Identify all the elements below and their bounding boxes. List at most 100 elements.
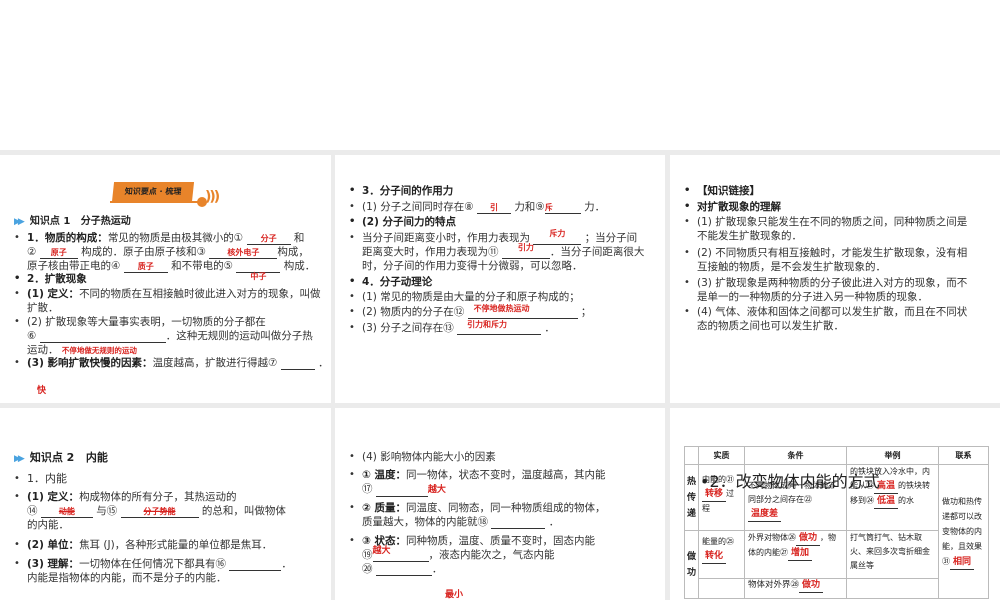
text: 同一物体，状态不变时，温度越高，其内能 bbox=[406, 469, 606, 481]
answer: 动能 bbox=[58, 507, 75, 516]
text: 1． bbox=[27, 232, 45, 244]
blank-1[interactable]: 分子 bbox=[246, 233, 291, 245]
text: 能量的㉕ bbox=[702, 537, 734, 546]
text: ． bbox=[281, 558, 292, 570]
slide-5[interactable]: (4) 影响物体内能大小的因素 ① 温度：同一物体，状态不变时，温度越高，其内能… bbox=[335, 408, 665, 600]
overlay-title: •2．改变物体内能的方式 bbox=[700, 472, 880, 491]
bullet-unit: (2) 单位：焦耳 (J)，各种形式能量的单位都是焦耳． bbox=[14, 538, 272, 552]
text: 互接触的物质，是不会发生扩散现象的． bbox=[697, 261, 886, 273]
text: 的总和，叫做物体 bbox=[201, 505, 286, 517]
blank-18[interactable] bbox=[491, 517, 546, 529]
signal-waves-icon: ))) bbox=[205, 189, 220, 205]
answer: 斥 bbox=[544, 203, 553, 212]
text: 2．扩散现象 bbox=[14, 272, 87, 286]
text: ；当分子间 bbox=[584, 232, 638, 244]
heading-title: 内能 bbox=[85, 451, 108, 464]
text: 距离变大时，作用力表现为⑪ bbox=[362, 246, 499, 258]
text: ① 温度： bbox=[362, 469, 407, 481]
section-banner: 知识要点 · 梳理 bbox=[111, 182, 195, 202]
text: (3) 影响扩散快慢的因素： bbox=[27, 357, 153, 369]
blank-15[interactable]: 分子势能 bbox=[120, 506, 199, 518]
text: 不能发生扩散现象的． bbox=[697, 230, 802, 242]
row-label: 热传递 bbox=[684, 464, 699, 531]
text: 扩散． bbox=[27, 302, 59, 314]
blank-19[interactable]: 越大 bbox=[372, 546, 429, 562]
header-cell: 实质 bbox=[698, 446, 745, 465]
blank-17[interactable] bbox=[375, 485, 428, 497]
answer: 中子 bbox=[250, 272, 267, 281]
text: 构成． bbox=[283, 260, 316, 272]
answer: 分子势能 bbox=[143, 507, 176, 516]
text: (4) 气体、液体和固体之间都可以发生扩散，而且在不同状 bbox=[684, 305, 967, 319]
text: ． bbox=[431, 563, 443, 575]
blank-7[interactable] bbox=[280, 358, 315, 370]
text: 对扩散现象的理解 bbox=[684, 200, 781, 214]
text: (2) 物质内的分子在⑫ bbox=[362, 306, 465, 318]
blank-16[interactable] bbox=[229, 559, 282, 571]
answer-24: 低温 bbox=[874, 495, 899, 509]
slide-1[interactable]: 知识要点 · 梳理 ))) ▶▶ 知识点 1 分子热运动 1．物质的构成：常见的物… bbox=[0, 155, 331, 403]
blank-11[interactable]: 引力 bbox=[501, 243, 550, 259]
blank-14[interactable]: 动能 bbox=[40, 506, 93, 518]
bullet-factors: (4) 影响物体内能大小的因素 bbox=[349, 450, 496, 464]
text: ⑳ bbox=[362, 563, 373, 575]
blank-2[interactable]: 原子 bbox=[39, 247, 78, 259]
bullet-factors: (3) 影响扩散快慢的因素：温度越高，扩散进行得越⑦ ． bbox=[14, 356, 329, 370]
bullet-force-features: (2) 分子间力的特点 bbox=[349, 215, 456, 229]
text: 常见的物质是由极其微小的① bbox=[107, 232, 244, 244]
text: 和 bbox=[293, 232, 305, 244]
text: (1) 扩散现象只能发生在不同的物质之间，同种物质之间是 bbox=[684, 215, 967, 229]
text: 质量越大，物体的内能就⑱ bbox=[362, 516, 488, 528]
bullet-definition: (1) 定义：构成物体的所有分子，其热运动的 ⑭ 动能 与⑮ 分子势能 的总和，… bbox=[14, 490, 286, 532]
bullet-note-1: (1) 扩散现象只能发生在不同的物质之间，同种物质之间是不能发生扩散现象的． bbox=[684, 215, 967, 243]
answer: 斥力 bbox=[549, 229, 566, 238]
text: 温度越高，扩散进行得越⑦ bbox=[152, 357, 278, 369]
blank-5[interactable]: 中子 bbox=[236, 261, 281, 281]
text: ⑰ bbox=[362, 483, 373, 495]
blank-4[interactable]: 质子 bbox=[123, 261, 168, 273]
slide-4[interactable]: ▶▶ 知识点 2 内能 1．内能 (1) 定义：构成物体的所有分子，其热运动的 ⑭… bbox=[0, 408, 331, 600]
text: (3) 理解： bbox=[27, 558, 80, 570]
cell-relation: 做功和热传递都可以改变物体的内能，且效果㉛ 相同 bbox=[938, 464, 989, 599]
text: 物体对外界㉘ bbox=[748, 580, 800, 590]
text: (4) 影响物体内能大小的因素 bbox=[349, 450, 496, 464]
text: 不同的物质在互相接触时彼此进入对方的现象，叫做 bbox=[79, 288, 321, 300]
slide-6[interactable]: 实质 条件 举例 联系 热传递 内能的㉑ 转移 过程 不同物体或同一物体的不同部分之… bbox=[670, 408, 1000, 600]
answer: 核外电子 bbox=[227, 248, 260, 257]
text: 3．分子间的作用力 bbox=[349, 184, 453, 198]
heading-number: 知识点 1 bbox=[29, 216, 71, 227]
double-arrow-icon: ▶▶ bbox=[14, 217, 25, 227]
cell-condition: 物体对外界㉘ 做功 bbox=[744, 578, 847, 599]
blank-9[interactable]: 斥 bbox=[544, 202, 581, 214]
blank-8[interactable]: 引 bbox=[476, 202, 511, 214]
answer: 越大 bbox=[372, 546, 391, 556]
double-arrow-icon: ▶▶ bbox=[14, 454, 25, 464]
text: ② bbox=[27, 246, 37, 258]
knowledge-point-heading: ▶▶ 知识点 1 分子热运动 bbox=[14, 212, 131, 227]
bullet-intermolecular-force: 3．分子间的作用力 bbox=[349, 184, 453, 198]
bullet-knowledge-link: 【知识链接】 bbox=[684, 184, 760, 198]
row-label: 做功 bbox=[684, 530, 699, 599]
text: 物质的构成： bbox=[44, 232, 108, 244]
text: 同温度、同物态，同一种物质组成的物体， bbox=[406, 502, 606, 514]
answer-20: 最小 bbox=[445, 590, 464, 600]
slide-3[interactable]: 【知识链接】 对扩散现象的理解 (1) 扩散现象只能发生在不同的物质之间，同种物… bbox=[670, 155, 1000, 403]
text: ； bbox=[580, 306, 592, 318]
text: 的内能． bbox=[27, 519, 69, 531]
bullet-diffusion: 2．扩散现象 bbox=[14, 272, 87, 286]
blank-20[interactable] bbox=[375, 564, 432, 576]
slide-2[interactable]: 3．分子间的作用力 (1) 分子之间同时存在⑧ 引 力和⑨斥 力． (2) 分子… bbox=[335, 155, 665, 403]
answer-25: 转化 bbox=[702, 550, 727, 564]
cell-essence bbox=[698, 578, 745, 599]
bullet-force-types: (1) 分子之间同时存在⑧ 引 力和⑨斥 力． bbox=[349, 200, 605, 214]
text: (1) 分子之间同时存在⑧ bbox=[362, 201, 474, 213]
blank-3[interactable]: 核外电子 bbox=[209, 247, 278, 259]
blank-13[interactable]: 引力和斥力 bbox=[457, 320, 542, 335]
blank-6[interactable] bbox=[39, 331, 166, 343]
bullet-distance: 当分子间距离变小时，作用力表现为 斥力 ；当分子间 距离变大时，作用力表现为⑪ … bbox=[349, 229, 644, 273]
header-cell: 举例 bbox=[846, 446, 939, 465]
cell-example bbox=[846, 578, 939, 599]
text: ，液态内能次之，气态内能 bbox=[428, 549, 555, 561]
text: ⑥ bbox=[27, 330, 37, 342]
knowledge-point-heading: ▶▶ 知识点 2 内能 bbox=[14, 449, 108, 465]
